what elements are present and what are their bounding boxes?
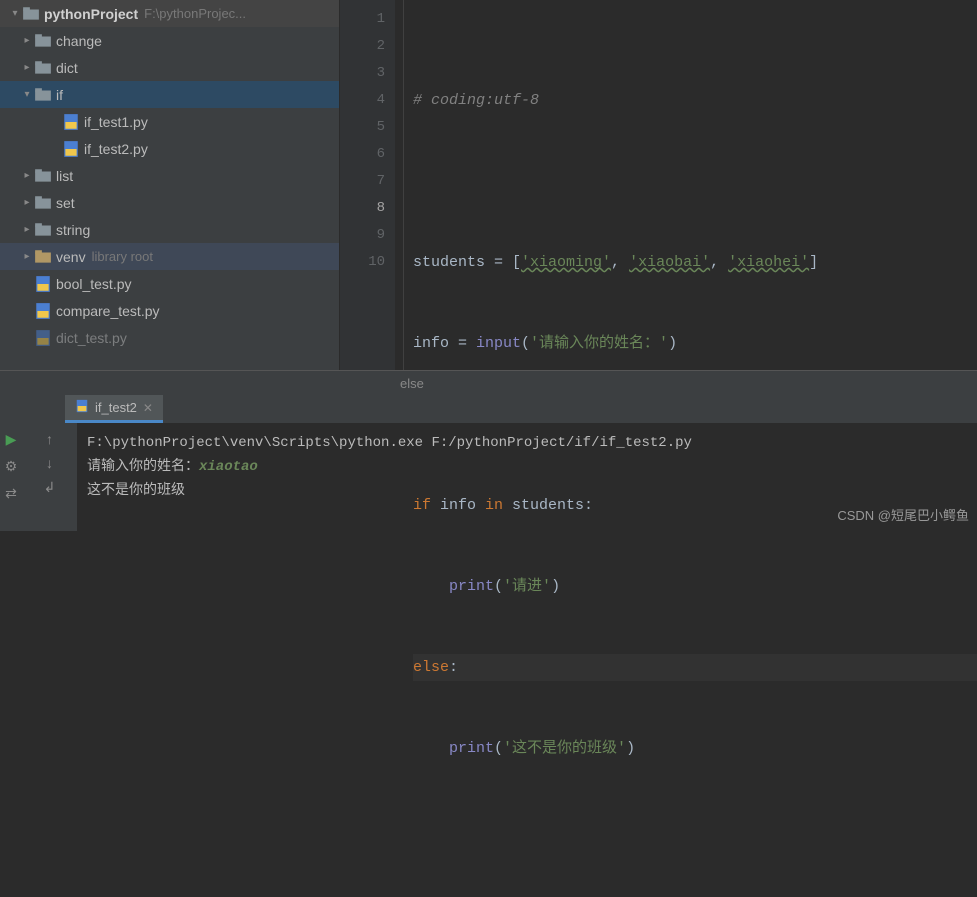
project-tree: ▾ pythonProject F:\pythonProjec... ▸chan… [0,0,340,370]
tree-folder-set[interactable]: ▸set [0,189,339,216]
tree-file-compare-test[interactable]: compare_test.py [0,297,339,324]
tree-file-dict-test[interactable]: dict_test.py [0,324,339,351]
tree-folder-if[interactable]: ▾if [0,81,339,108]
run-stop-icon[interactable]: ⚙ [5,458,18,475]
folder-icon [34,59,52,77]
chevron-down-icon: ▾ [8,8,22,19]
code-editor[interactable]: 12345678910 # coding:utf-8 students = ['… [340,0,977,370]
python-file-icon [34,275,52,293]
chevron-right-icon: ▸ [20,197,34,208]
close-icon[interactable]: ✕ [143,401,153,415]
python-run-icon [75,399,89,416]
run-rerun-icon[interactable]: ▶ [6,431,17,448]
chevron-right-icon: ▸ [20,62,34,73]
line-gutter: 12345678910 [340,0,395,370]
project-path: F:\pythonProjec... [144,6,246,21]
folder-icon [34,167,52,185]
chevron-right-icon: ▸ [20,35,34,46]
folder-icon [34,248,52,266]
soft-wrap-icon[interactable]: ↲ [44,479,56,496]
python-file-icon [34,302,52,320]
watermark: CSDN @短尾巴小鳄鱼 [837,505,969,524]
tree-folder-venv[interactable]: ▸venvlibrary root [0,243,339,270]
folder-icon [22,5,40,23]
folder-icon [34,32,52,50]
chevron-right-icon: ▸ [20,224,34,235]
project-root-row[interactable]: ▾ pythonProject F:\pythonProjec... [0,0,339,27]
run-tab-bar: if_test2 ✕ [0,395,977,423]
chevron-down-icon: ▾ [20,89,34,100]
tree-file-if-test2[interactable]: if_test2.py [0,135,339,162]
tree-folder-dict[interactable]: ▸dict [0,54,339,81]
folder-icon [34,86,52,104]
folder-icon [34,194,52,212]
tree-folder-string[interactable]: ▸string [0,216,339,243]
code-area[interactable]: # coding:utf-8 students = ['xiaoming', '… [395,0,977,370]
tree-file-bool-test[interactable]: bool_test.py [0,270,339,297]
run-toolbar-nav: ↑ ↓ ↲ [22,423,77,531]
python-file-icon [62,113,80,131]
run-wrap-icon[interactable]: ⇄ [5,485,17,502]
run-tab-active[interactable]: if_test2 ✕ [65,395,163,423]
arrow-down-icon[interactable]: ↓ [46,455,53,471]
python-file-icon [34,329,52,347]
chevron-right-icon: ▸ [20,251,34,262]
python-file-icon [62,140,80,158]
folder-icon [34,221,52,239]
project-name: pythonProject [44,6,138,22]
arrow-up-icon[interactable]: ↑ [46,431,53,447]
run-tab-label: if_test2 [95,400,137,415]
run-toolbar-left: ▶ ⚙ ⇄ [0,423,22,531]
tree-folder-change[interactable]: ▸change [0,27,339,54]
tree-file-if-test1[interactable]: if_test1.py [0,108,339,135]
chevron-right-icon: ▸ [20,170,34,181]
tree-folder-list[interactable]: ▸list [0,162,339,189]
